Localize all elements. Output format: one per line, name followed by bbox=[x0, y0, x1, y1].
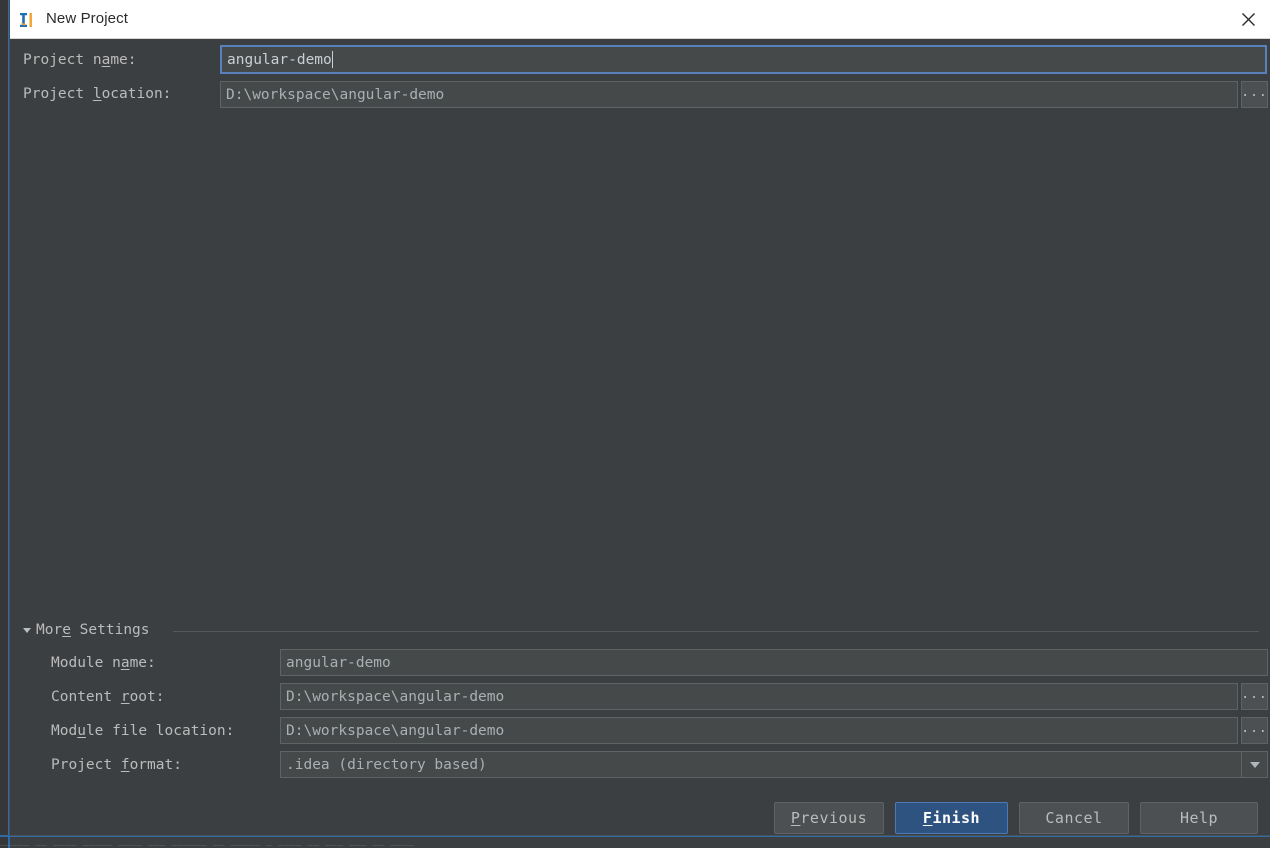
module-name-value: angular-demo bbox=[286, 654, 391, 671]
new-project-dialog: New Project Project name: angular-demo P… bbox=[9, 0, 1270, 836]
project-format-select[interactable]: .idea (directory based) bbox=[280, 751, 1268, 778]
project-name-input[interactable]: angular-demo bbox=[220, 45, 1267, 74]
project-format-value: .idea (directory based) bbox=[286, 756, 487, 773]
content-root-browse-button[interactable]: ... bbox=[1241, 683, 1268, 710]
chevron-down-icon[interactable] bbox=[1241, 751, 1268, 778]
previous-button[interactable]: Previous bbox=[774, 802, 884, 834]
project-location-value: D:\workspace\angular-demo bbox=[226, 86, 445, 103]
project-name-value: angular-demo bbox=[227, 51, 332, 68]
cancel-button[interactable]: Cancel bbox=[1019, 802, 1129, 834]
module-name-label: Module name: bbox=[51, 655, 156, 671]
finish-button[interactable]: Finish bbox=[895, 802, 1008, 834]
dialog-title: New Project bbox=[46, 10, 128, 27]
project-format-label: Project format: bbox=[51, 757, 182, 773]
content-root-label: Content root: bbox=[51, 689, 165, 705]
project-location-label: Project location: bbox=[23, 86, 172, 102]
module-file-location-input[interactable]: D:\workspace\angular-demo bbox=[280, 717, 1238, 744]
intellij-idea-icon bbox=[18, 10, 38, 30]
more-settings-separator bbox=[173, 631, 1259, 632]
help-button[interactable]: Help bbox=[1140, 802, 1258, 834]
dialog-titlebar: New Project bbox=[10, 0, 1270, 39]
dialog-body: Project name: angular-demo Project locat… bbox=[10, 39, 1270, 835]
content-root-input[interactable]: D:\workspace\angular-demo bbox=[280, 683, 1238, 710]
module-file-location-browse-button[interactable]: ... bbox=[1241, 717, 1268, 744]
project-name-label: Project name: bbox=[23, 52, 137, 68]
module-file-location-label: Module file location: bbox=[51, 723, 235, 739]
project-location-browse-button[interactable]: ... bbox=[1241, 81, 1268, 108]
project-location-input[interactable]: D:\workspace\angular-demo bbox=[220, 81, 1238, 108]
more-settings-toggle[interactable]: More Settings bbox=[23, 622, 150, 638]
module-name-input[interactable]: angular-demo bbox=[280, 649, 1268, 676]
more-settings-label: More Settings bbox=[36, 622, 150, 638]
chevron-down-icon bbox=[23, 628, 31, 633]
text-caret bbox=[331, 51, 333, 68]
module-file-location-value: D:\workspace\angular-demo bbox=[286, 722, 505, 739]
close-icon[interactable] bbox=[1225, 0, 1270, 38]
backdrop-bottom-text: _____ __ ____ _____ ____ ___ ______ __ _… bbox=[0, 837, 415, 847]
content-root-value: D:\workspace\angular-demo bbox=[286, 688, 505, 705]
